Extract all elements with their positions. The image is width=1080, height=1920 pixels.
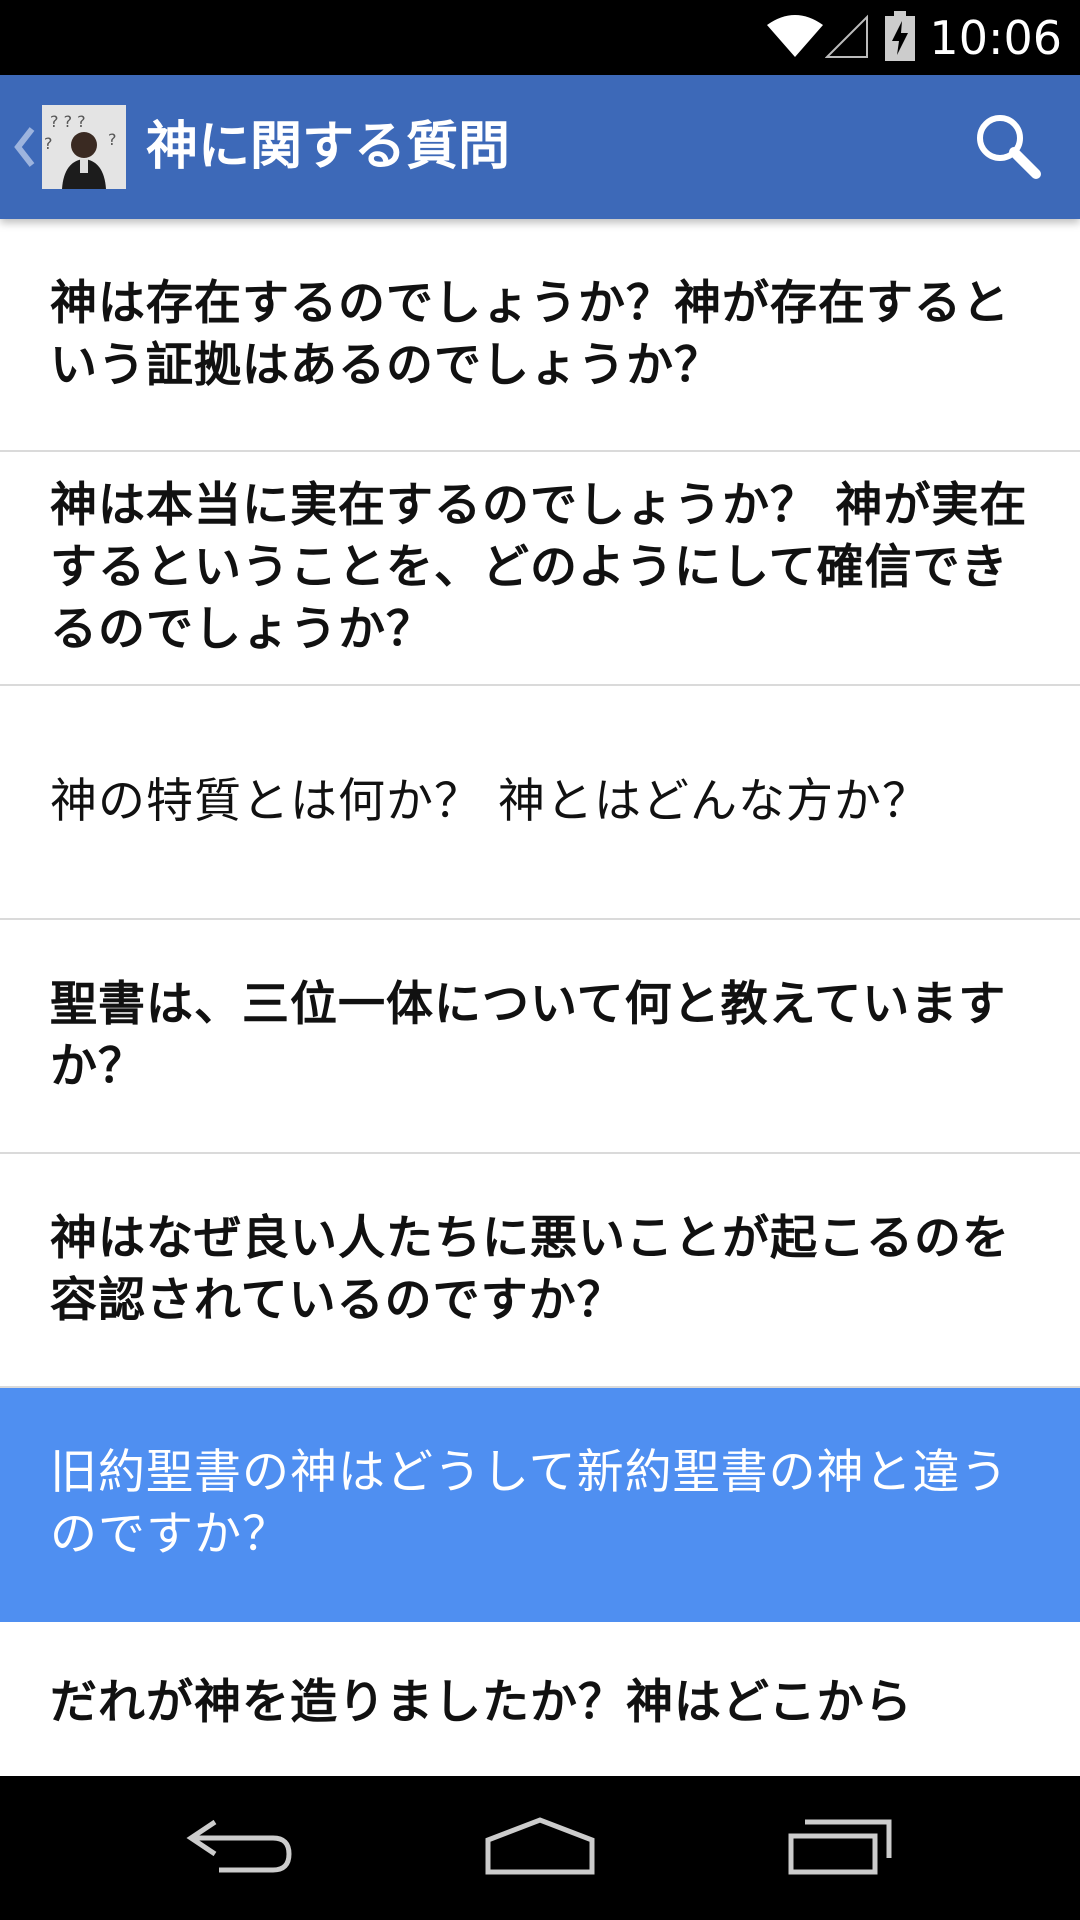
up-button[interactable]: ? ? ? ? ? 神に関する質問 — [0, 75, 530, 219]
recents-icon — [785, 1816, 895, 1880]
list-item[interactable]: 神はなぜ良い人たちに悪いことが起こるのを容認されているのですか？ — [0, 1154, 1080, 1388]
list-item[interactable]: 神は存在するのでしょうか？神が存在するという証拠はあるのでしょうか？ — [0, 219, 1080, 452]
list-item-text: 旧約聖書の神はどうして新約聖書の神と違うのですか？ — [50, 1445, 1009, 1562]
list-item-text: だれが神を造りましたか？神はどこから — [50, 1675, 913, 1730]
list-item[interactable]: だれが神を造りましたか？神はどこから — [0, 1622, 1080, 1776]
list-item[interactable]: 神の特質とは何か？ 神とはどんな方か？ — [0, 686, 1080, 920]
page-title: 神に関する質問 — [146, 117, 511, 177]
list-item-text: 神はなぜ良い人たちに悪いことが起こるのを容認されているのですか？ — [50, 1211, 1010, 1328]
back-icon — [185, 1816, 295, 1880]
screen: 10:06 ? ? ? ? ? 神に関する質問 神は存在するのでしょうか？神が存… — [0, 0, 1080, 1920]
home-button[interactable] — [470, 1798, 610, 1898]
list-item-text: 神は本当に実在するのでしょうか？ 神が実在するということを、どのようにして確信で… — [50, 478, 1028, 657]
app-logo: ? ? ? ? ? — [42, 105, 126, 189]
navigation-bar — [0, 1776, 1080, 1920]
status-bar: 10:06 — [0, 0, 1080, 75]
list-item-text: 聖書は、三位一体について何と教えていますか？ — [50, 977, 1007, 1094]
signal-icon — [825, 13, 869, 63]
recents-button[interactable] — [770, 1798, 910, 1898]
svg-text:?: ? — [108, 130, 117, 149]
chevron-left-icon — [10, 125, 38, 169]
list-item[interactable]: 聖書は、三位一体について何と教えていますか？ — [0, 920, 1080, 1154]
search-icon — [972, 110, 1042, 184]
question-list[interactable]: 神は存在するのでしょうか？神が存在するという証拠はあるのでしょうか？ 神は本当に… — [0, 219, 1080, 1776]
list-item-text: 神は存在するのでしょうか？神が存在するという証拠はあるのでしょうか？ — [50, 275, 1010, 393]
battery-charging-icon — [885, 11, 916, 65]
action-bar: ? ? ? ? ? 神に関する質問 — [0, 75, 1080, 219]
home-icon — [480, 1814, 600, 1882]
list-item[interactable]: 神は本当に実在するのでしょうか？ 神が実在するということを、どのようにして確信で… — [0, 452, 1080, 686]
svg-text:?: ? — [44, 134, 53, 153]
wifi-icon — [765, 13, 825, 63]
list-item[interactable]: 旧約聖書の神はどうして新約聖書の神と違うのですか？ — [0, 1388, 1080, 1622]
svg-text:? ? ?: ? ? ? — [50, 112, 86, 131]
back-button[interactable] — [170, 1798, 310, 1898]
status-icons: 10:06 — [765, 8, 1062, 68]
search-button[interactable] — [962, 105, 1052, 189]
clock: 10:06 — [929, 11, 1062, 65]
list-item-text: 神の特質とは何か？ 神とはどんな方か？ — [50, 774, 930, 829]
